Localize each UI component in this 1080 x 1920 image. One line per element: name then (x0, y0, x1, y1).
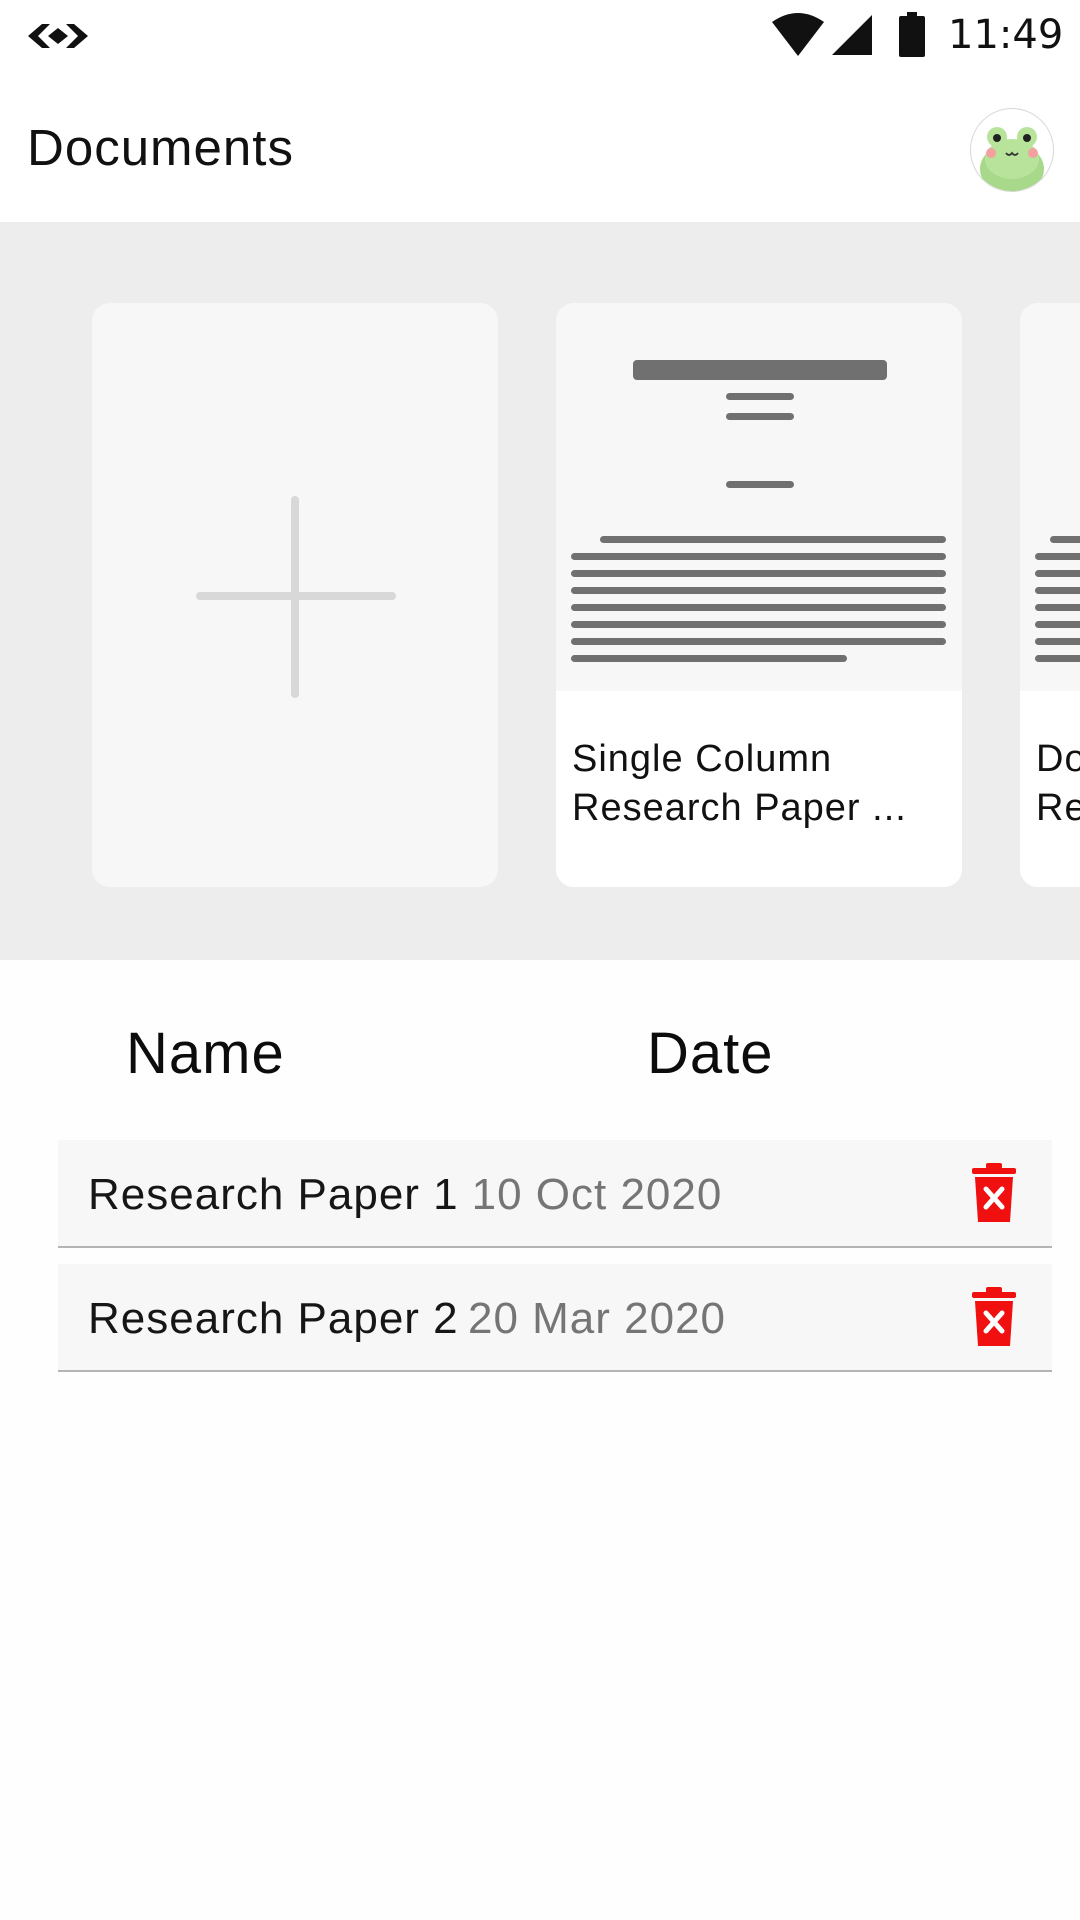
template-label: Single Column Research Paper ... (572, 738, 907, 829)
document-name[interactable]: Research Paper 2 (88, 1294, 459, 1344)
template-card-single-column[interactable]: Single Column Research Paper ... (556, 303, 962, 887)
template-carousel[interactable]: Single Column Research Paper ... Do Re (0, 222, 1080, 960)
document-date: 10 Oct 2020 (471, 1170, 723, 1219)
column-header-name[interactable]: Name (126, 1020, 285, 1087)
template-label: Do Re (1036, 738, 1080, 829)
wifi-icon (772, 13, 824, 56)
frog-avatar-icon (980, 127, 1044, 191)
status-bar: 11:49 (0, 0, 1080, 72)
template-preview (1020, 303, 1080, 691)
trash-delete-icon[interactable] (970, 1286, 1018, 1348)
table-row[interactable]: Research Paper 2 20 Mar 2020 (58, 1264, 1052, 1372)
document-name[interactable]: Research Paper 1 (88, 1170, 459, 1220)
trash-delete-icon[interactable] (970, 1162, 1018, 1224)
column-header-date[interactable]: Date (647, 1020, 774, 1087)
template-card-partial[interactable]: Do Re (1020, 303, 1080, 887)
avatar[interactable] (970, 108, 1054, 192)
cell-signal-icon (832, 15, 872, 55)
document-date: 20 Mar 2020 (467, 1294, 727, 1343)
page-title: Documents (27, 119, 294, 176)
template-preview (556, 303, 962, 691)
battery-icon (899, 12, 925, 57)
code-logo-icon (28, 24, 88, 48)
table-row[interactable]: Research Paper 1 10 Oct 2020 (58, 1140, 1052, 1248)
app-bar: Documents (0, 72, 1080, 222)
new-document-card[interactable] (92, 303, 498, 887)
clock: 11:49 (948, 12, 1064, 58)
